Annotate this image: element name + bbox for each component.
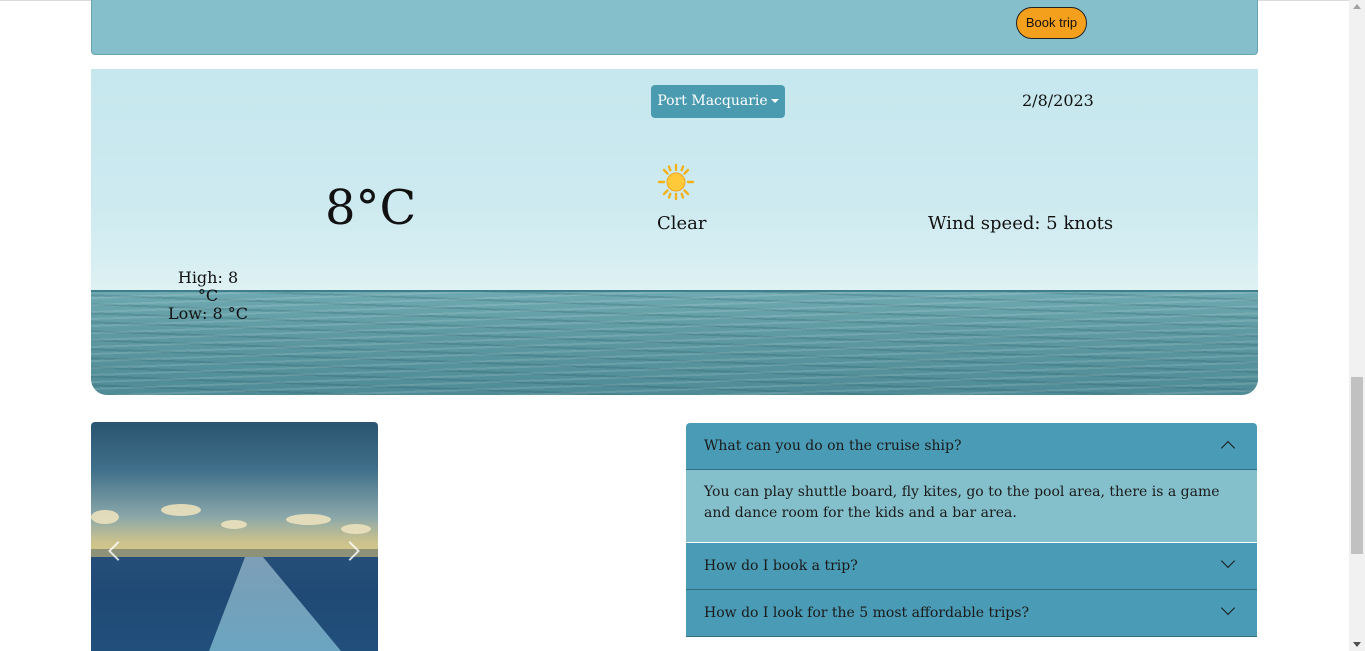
current-temperature: 8°C: [325, 180, 417, 236]
chevron-down-icon: [1220, 600, 1236, 616]
scrollbar-thumb[interactable]: [1351, 377, 1363, 554]
location-dropdown[interactable]: Port Macquarie: [651, 85, 785, 118]
scroll-down-icon[interactable]: [1353, 642, 1361, 647]
caret-down-icon: [770, 99, 779, 103]
page-scrollbar[interactable]: [1349, 0, 1365, 651]
trip-banner: Book trip: [91, 0, 1258, 55]
cloud-shape: [161, 504, 201, 516]
wind-speed: Wind speed: 5 knots: [928, 213, 1114, 234]
location-label: Port Macquarie: [657, 93, 768, 109]
cloud-shape: [286, 514, 331, 525]
scroll-up-icon[interactable]: [1353, 4, 1361, 9]
sea-background: [91, 290, 1258, 395]
sun-icon: [657, 163, 695, 201]
faq-item-header[interactable]: How do I book a trip?: [686, 543, 1257, 590]
weather-panel: Port Macquarie 2/8/2023 8°C Clear Wind s…: [91, 69, 1258, 395]
horizon-line: [91, 290, 1258, 292]
faq-item-header[interactable]: What can you do on the cruise ship?: [686, 423, 1257, 470]
carousel-image-sky: [91, 422, 378, 557]
chevron-down-icon: [1220, 553, 1236, 569]
faq-answer: You can play shuttle board, fly kites, g…: [686, 470, 1257, 543]
carousel-image-coastline: [91, 549, 378, 557]
faq-question: How do I book a trip?: [704, 558, 858, 574]
cloud-shape: [341, 524, 371, 534]
weather-condition: Clear: [657, 213, 707, 234]
cloud-shape: [91, 510, 119, 524]
faq-item-header[interactable]: How do I look for the 5 most affordable …: [686, 590, 1257, 637]
image-carousel: [91, 422, 378, 651]
chevron-up-icon: [1220, 440, 1236, 456]
high-temperature: High: 8 °C: [177, 268, 239, 305]
book-trip-button[interactable]: Book trip: [1016, 7, 1087, 39]
faq-question: What can you do on the cruise ship?: [704, 438, 962, 454]
weather-date: 2/8/2023: [1022, 91, 1094, 110]
low-temperature: Low: 8 °C: [168, 304, 248, 323]
high-low-temperatures: High: 8 °C Low: 8 °C: [168, 269, 248, 323]
faq-question: How do I look for the 5 most affordable …: [704, 605, 1029, 621]
faq-accordion: What can you do on the cruise ship? You …: [686, 423, 1257, 640]
cloud-shape: [221, 520, 247, 529]
